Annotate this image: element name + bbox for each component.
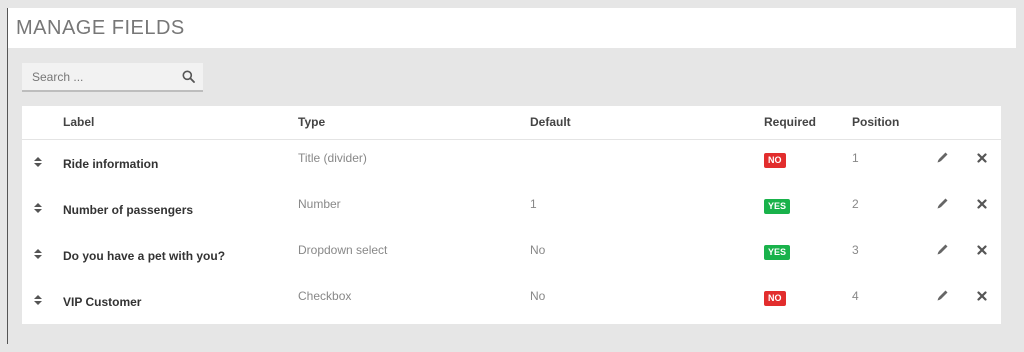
pencil-icon[interactable] [936,197,949,210]
close-icon[interactable] [977,153,987,163]
drag-handle-icon[interactable] [33,201,43,215]
field-label: VIP Customer [63,295,142,309]
required-badge: YES [764,245,791,260]
column-header-position: Position [852,115,900,129]
required-badge: NO [764,291,786,306]
page-left-border [7,8,8,344]
table-row: Ride information Title (divider) NO 1 [22,140,1001,186]
field-position: 4 [852,289,859,303]
fields-table: Label Type Default Required Position Rid… [22,106,1001,324]
field-type: Number [298,197,341,211]
drag-handle-icon[interactable] [33,247,43,261]
page-header: MANAGE FIELDS [8,8,1016,48]
field-position: 2 [852,197,859,211]
column-header-required: Required [764,115,817,129]
field-label: Ride information [63,157,159,171]
pencil-icon[interactable] [936,243,949,256]
field-type: Title (divider) [298,151,367,165]
search-icon[interactable] [182,70,195,83]
column-header-label: Label [63,115,95,129]
close-icon[interactable] [977,245,987,255]
column-header-default: Default [530,115,571,129]
drag-handle-icon[interactable] [33,155,43,169]
close-icon[interactable] [977,291,987,301]
field-position: 3 [852,243,859,257]
table-header: Label Type Default Required Position [22,106,1001,140]
field-default: 1 [530,197,537,211]
close-icon[interactable] [977,199,987,209]
table-row: VIP Customer Checkbox No NO 4 [22,278,1001,324]
search-input[interactable] [22,63,182,90]
search-box [22,63,203,92]
drag-handle-icon[interactable] [33,293,43,307]
pencil-icon[interactable] [936,151,949,164]
field-type: Dropdown select [298,243,388,257]
column-header-type: Type [298,115,326,129]
page-title: MANAGE FIELDS [16,17,185,39]
field-default: No [530,289,546,303]
required-badge: NO [764,153,786,168]
required-badge: YES [764,199,791,214]
field-label: Number of passengers [63,203,194,217]
table-row: Number of passengers Number 1 YES 2 [22,186,1001,232]
field-type: Checkbox [298,289,352,303]
field-position: 1 [852,151,859,165]
pencil-icon[interactable] [936,289,949,302]
field-label: Do you have a pet with you? [63,249,226,263]
table-row: Do you have a pet with you? Dropdown sel… [22,232,1001,278]
field-default: No [530,243,546,257]
